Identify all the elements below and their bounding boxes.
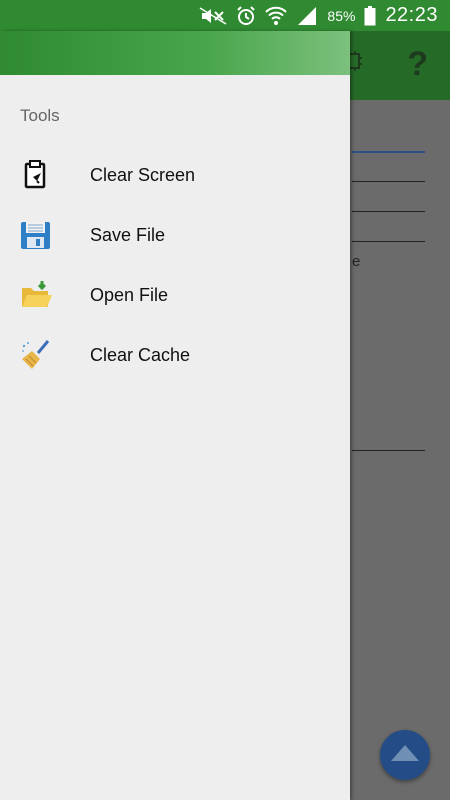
- broom-icon: [20, 339, 52, 371]
- clipboard-icon: [20, 159, 52, 191]
- menu-item-label: Clear Cache: [90, 344, 191, 365]
- clock: 22:23: [385, 4, 438, 26]
- open-folder-icon: [20, 279, 52, 311]
- menu-item-clear-screen[interactable]: Clear Screen: [0, 145, 350, 205]
- floppy-disk-icon: [20, 219, 52, 251]
- wifi-icon: [265, 6, 288, 26]
- menu-item-open-file[interactable]: Open File: [0, 265, 350, 325]
- divider: [352, 181, 425, 182]
- menu-item-label: Clear Screen: [90, 164, 196, 185]
- signal-icon: [296, 6, 318, 26]
- scroll-up-button[interactable]: [380, 730, 430, 780]
- status-bar: 85% 22:23: [0, 0, 450, 31]
- battery-percent: 85%: [327, 7, 356, 24]
- arrow-up-icon: [391, 745, 419, 761]
- drawer-header: [0, 31, 350, 75]
- alarm-icon: [236, 5, 256, 26]
- menu-item-label: Save File: [90, 224, 166, 245]
- partial-text: e: [352, 253, 361, 270]
- divider: [352, 241, 425, 242]
- menu-item-save-file[interactable]: Save File: [0, 205, 350, 265]
- battery-icon: [364, 5, 376, 26]
- section-title: Tools: [20, 106, 60, 125]
- divider: [352, 450, 425, 451]
- menu-item-label: Open File: [90, 284, 169, 305]
- divider: [352, 211, 425, 212]
- menu-item-clear-cache[interactable]: Clear Cache: [0, 325, 350, 385]
- mute-icon: [199, 6, 227, 26]
- help-button[interactable]: ?: [407, 45, 428, 84]
- divider: [352, 151, 425, 153]
- navigation-drawer: Tools Clear Screen Save File Open File C…: [0, 31, 350, 800]
